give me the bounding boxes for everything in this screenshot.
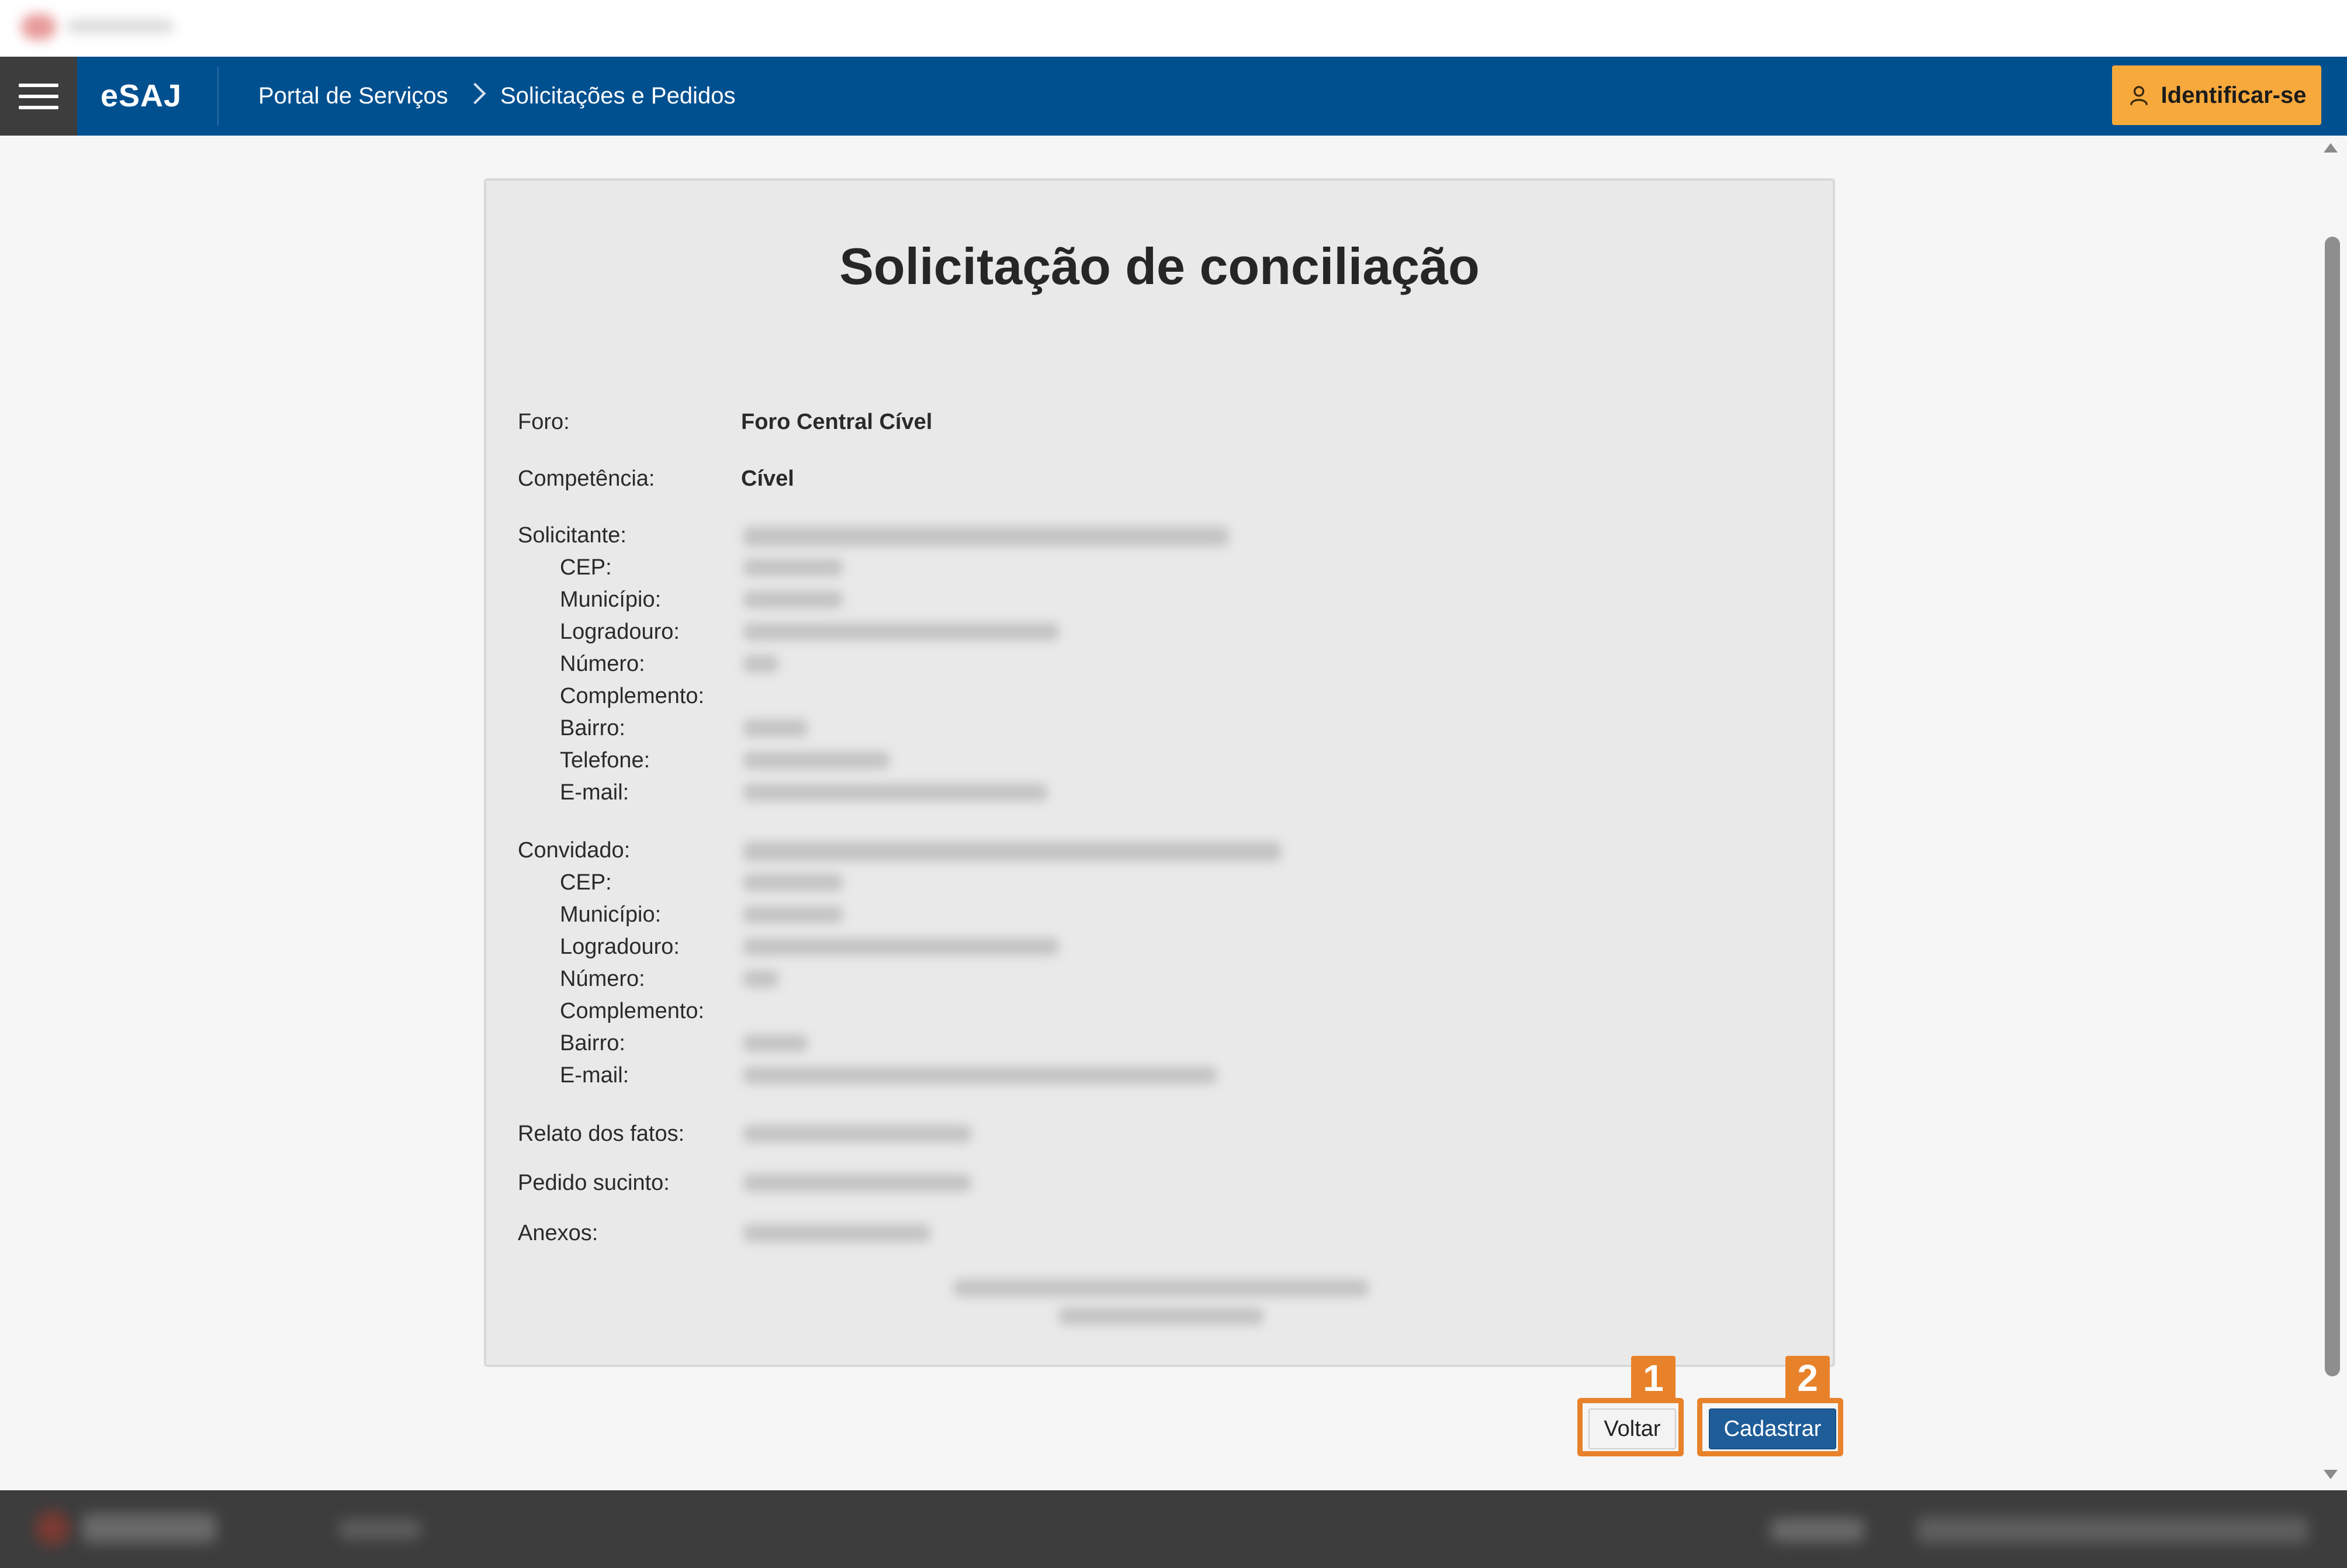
page-title: Solicitação de conciliação [839,237,1480,295]
redacted-solicitante-name [743,527,1228,546]
redacted-convidado-municipio [743,906,843,923]
voltar-button[interactable]: Voltar [1588,1408,1676,1449]
convidado-numero-label: Número: [560,967,645,991]
top-navigation-bar: eSAJ Portal de Serviços Solicitações e P… [0,57,2347,136]
solicitante-email-label: E-mail: [560,780,629,805]
blurred-footer-info [1917,1517,2308,1543]
solicitante-logradouro-label: Logradouro: [560,619,680,644]
solicitante-bairro-label: Bairro: [560,716,625,740]
redacted-anexos [743,1224,930,1242]
brand-divider [217,67,219,126]
solicitante-complemento-label: Complemento: [560,684,705,708]
redacted-pedido [743,1174,971,1192]
anexos-label: Anexos: [518,1221,598,1245]
solicitante-label: Solicitante: [518,523,626,548]
redacted-relato [743,1125,971,1143]
breadcrumb-portal-servicos[interactable]: Portal de Serviços [258,57,448,136]
convidado-complemento-label: Complemento: [560,999,705,1023]
solicitante-telefone-label: Telefone: [560,748,650,773]
redacted-convidado-bairro [743,1034,808,1052]
convidado-municipio-label: Município: [560,902,662,927]
identify-button-label: Identificar-se [2161,82,2307,108]
competencia-label: Competência: [518,466,655,491]
hamburger-menu-icon[interactable] [0,57,77,136]
relato-label: Relato dos fatos: [518,1122,685,1146]
redacted-footnote-line-2 [1059,1307,1263,1325]
page-footer [0,1490,2347,1568]
user-icon [2130,86,2148,106]
redacted-solicitante-logradouro [743,623,1059,641]
scrollbar-thumb[interactable] [2325,237,2340,1376]
request-summary-card: Solicitação de conciliação Foro: Foro Ce… [484,178,1835,1367]
step-badge-1: 1 [1631,1356,1676,1400]
solicitante-cep-label: CEP: [560,555,612,580]
scroll-up-arrow-icon[interactable] [2324,143,2338,153]
redacted-convidado-cep [743,874,843,891]
convidado-email-label: E-mail: [560,1063,629,1088]
identify-button[interactable]: Identificar-se [2112,65,2321,125]
redacted-solicitante-municipio [743,591,843,608]
convidado-label: Convidado: [518,838,631,863]
foro-label: Foro: [518,410,570,434]
convidado-cep-label: CEP: [560,870,612,895]
redacted-footnote-line-1 [954,1279,1369,1297]
pedido-label: Pedido sucinto: [518,1171,670,1195]
foro-value: Foro Central Cível [741,410,933,434]
convidado-bairro-label: Bairro: [560,1031,625,1055]
redacted-solicitante-email [743,784,1047,801]
redacted-solicitante-bairro [743,719,808,737]
solicitante-numero-label: Número: [560,652,645,676]
competencia-value: Cível [741,466,794,491]
blurred-footer-logo [35,1511,70,1546]
browser-top-strip [0,0,2347,57]
chevron-right-icon [464,82,486,105]
redacted-convidado-name [743,842,1281,861]
scroll-down-arrow-icon[interactable] [2324,1470,2338,1479]
breadcrumb-solicitacoes-pedidos[interactable]: Solicitações e Pedidos [500,57,735,136]
solicitante-municipio-label: Município: [560,587,662,612]
brand-logo[interactable]: eSAJ [101,57,182,136]
step-badge-2: 2 [1785,1356,1830,1400]
blurred-footer-link [1771,1518,1864,1542]
redacted-solicitante-cep [743,559,843,576]
cadastrar-button[interactable]: Cadastrar [1709,1408,1836,1449]
blurred-site-logo [21,12,179,42]
redacted-convidado-email [743,1067,1217,1084]
redacted-solicitante-telefone [743,752,889,769]
blurred-footer-brand [82,1514,216,1543]
redacted-solicitante-numero [743,655,778,673]
convidado-logradouro-label: Logradouro: [560,934,680,959]
redacted-convidado-logradouro [743,938,1059,956]
redacted-convidado-numero [743,970,778,988]
blurred-footer-text [339,1519,421,1539]
